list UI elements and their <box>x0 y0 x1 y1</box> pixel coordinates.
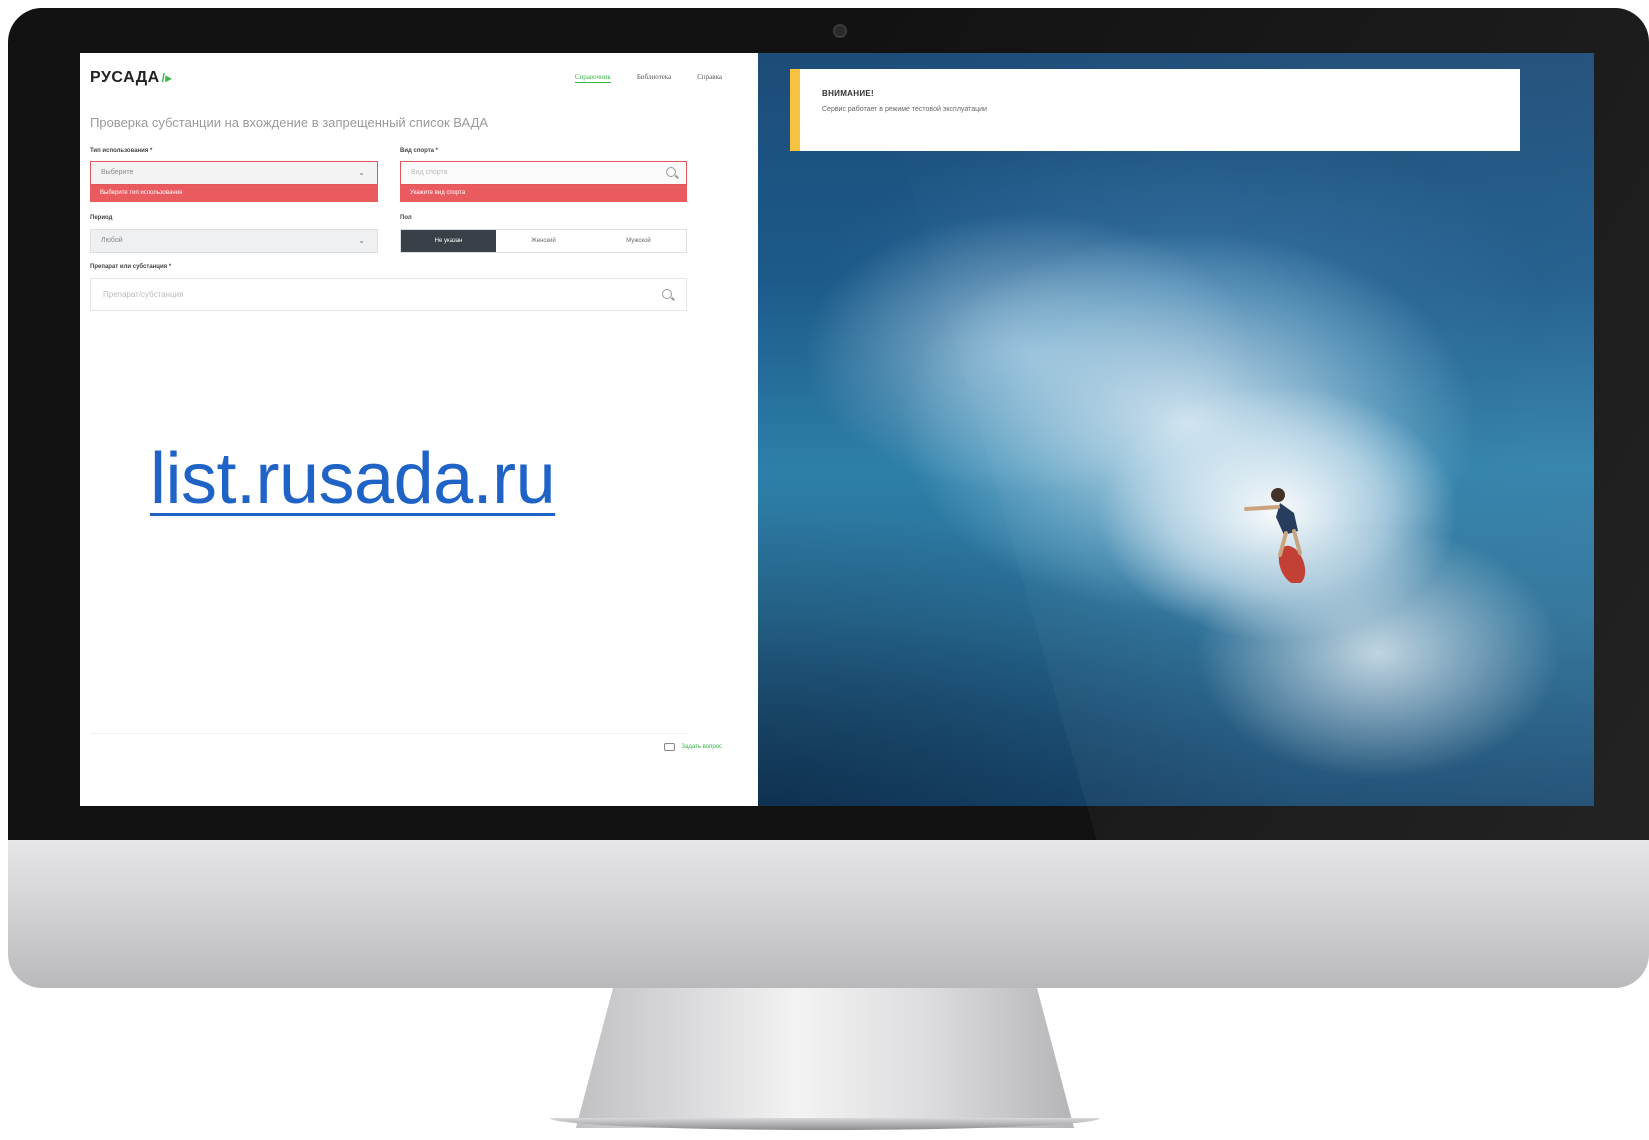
chevron-down-icon: ⌄ <box>358 168 365 177</box>
screen: РУСАДА/▸ Справочник Библиотека Справка П… <box>80 53 1594 806</box>
period-value: Любой <box>101 237 123 244</box>
search-form-pane: РУСАДА/▸ Справочник Библиотека Справка П… <box>80 53 758 806</box>
gender-toggle: Не указан Женский Мужской <box>400 229 687 253</box>
gender-option-female[interactable]: Женский <box>496 230 591 252</box>
sport-input[interactable]: Вид спорта <box>400 161 687 185</box>
usage-type-select[interactable]: Выберите ⌄ <box>90 161 378 185</box>
nav-item-help[interactable]: Справка <box>697 73 722 83</box>
sport-label: Вид спорта * <box>400 148 438 154</box>
period-select[interactable]: Любой ⌄ <box>90 229 378 253</box>
monitor-stand <box>575 988 1075 1128</box>
search-icon <box>662 289 672 299</box>
monitor-chin <box>8 840 1649 988</box>
usage-type-label: Тип использования * <box>90 148 153 154</box>
wave-shadow <box>758 53 1594 806</box>
monitor-stand-base <box>550 1118 1100 1130</box>
substance-search-input[interactable]: Препарат/субстанция <box>90 278 687 311</box>
gender-option-male[interactable]: Мужской <box>591 230 686 252</box>
search-icon <box>666 167 676 177</box>
ask-question-label: Задать вопрос <box>681 744 722 750</box>
sport-placeholder: Вид спорта <box>411 169 448 176</box>
chat-icon <box>664 743 676 751</box>
gender-option-unspecified[interactable]: Не указан <box>401 230 496 252</box>
period-label: Период <box>90 215 113 221</box>
usage-type-value: Выберите <box>101 169 134 176</box>
site-url-link[interactable]: list.rusada.ru <box>150 438 556 520</box>
logo-mark-icon: /▸ <box>161 71 173 85</box>
nav-item-reference[interactable]: Справочник <box>574 73 611 83</box>
camera-icon <box>833 24 847 38</box>
usage-type-error: Выберите тип использования <box>90 185 378 202</box>
notice-text: Сервис работает в режиме тестовой эксплу… <box>822 106 987 113</box>
notice-title: ВНИМАНИЕ! <box>822 89 874 98</box>
surfer-figure <box>1244 488 1306 583</box>
page-title: Проверка субстанции на вхождение в запре… <box>90 115 489 130</box>
hero-photo: ВНИМАНИЕ! Сервис работает в режиме тесто… <box>758 53 1594 806</box>
site-logo[interactable]: РУСАДА/▸ <box>90 69 172 87</box>
ask-question-button[interactable]: Задать вопрос <box>664 743 722 751</box>
substance-placeholder: Препарат/субстанция <box>103 290 184 299</box>
gender-label: Пол <box>400 215 412 221</box>
nav-item-library[interactable]: Библиотека <box>637 73 671 83</box>
top-nav: Справочник Библиотека Справка <box>574 73 722 83</box>
footer-divider <box>90 733 687 734</box>
notice-card: ВНИМАНИЕ! Сервис работает в режиме тесто… <box>790 69 1520 151</box>
chevron-down-icon: ⌄ <box>358 236 365 245</box>
logo-text: РУСАДА <box>90 69 160 86</box>
sport-error: Укажите вид спорта <box>400 185 687 202</box>
substance-label: Препарат или субстанция * <box>90 264 172 270</box>
